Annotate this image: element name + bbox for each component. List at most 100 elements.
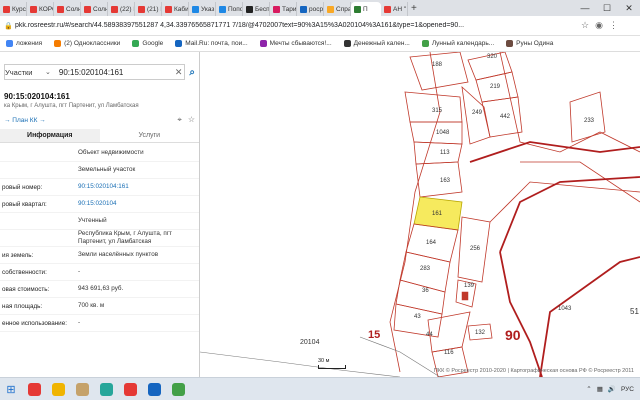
info-value: 943 691,63 руб. [78, 285, 124, 292]
info-value: Земельный участок [78, 166, 136, 173]
parcel-label: 256 [470, 246, 481, 252]
tab-favicon-icon [3, 5, 10, 13]
taskbar-app-icon[interactable] [94, 378, 118, 401]
tab-label: Каби [174, 5, 189, 13]
minimize-icon[interactable]: — [574, 0, 596, 16]
taskbar-app-icon[interactable] [166, 378, 190, 401]
browser-tab[interactable]: Спра [324, 2, 351, 16]
tab-label: АН " [393, 5, 407, 13]
bookmark-item[interactable]: Google [126, 40, 169, 47]
tab-label: (21) М [147, 5, 161, 13]
bookmark-item[interactable]: Мечты сбываются!... [254, 40, 338, 47]
bookmark-label: Mail.Ru: почта, пои... [185, 40, 248, 47]
info-row: овая стоимость: 943 691,63 руб. [0, 281, 199, 298]
info-key: ровый номер: [2, 183, 43, 191]
info-value[interactable]: 90:15:020104 [78, 200, 196, 208]
browser-tab[interactable]: Попо [216, 2, 243, 16]
browser-tab[interactable]: (21) М [135, 2, 162, 16]
search-icon[interactable]: ⌕ [189, 67, 195, 78]
maximize-icon[interactable]: ☐ [596, 0, 618, 16]
chevron-down-icon[interactable]: ⌄ [45, 68, 51, 76]
network-icon[interactable]: ▦ [597, 385, 603, 393]
tab-label: роср [309, 5, 324, 13]
tab-label: КОРС [39, 5, 53, 13]
browser-tab[interactable]: Курс [0, 2, 27, 16]
info-row: ия земель: Земли населённых пунктов [0, 247, 199, 264]
quarter-boundary-east [539, 256, 640, 377]
browser-tab[interactable]: П [351, 2, 381, 16]
browser-tab[interactable]: (22) Н [108, 2, 135, 16]
tab-services[interactable]: Услуги [100, 129, 200, 142]
info-value: Учтенный [78, 217, 107, 224]
browser-tab[interactable]: Каби [162, 2, 189, 16]
search-input[interactable] [58, 67, 169, 77]
taskbar-app-icon[interactable] [142, 378, 166, 401]
app-icon [99, 382, 113, 396]
app-icon [75, 382, 89, 396]
tab-favicon-icon [30, 5, 37, 13]
bookmark-item[interactable]: Лунный календарь... [416, 40, 500, 47]
scale-label: 30 м [318, 358, 330, 364]
favorite-icon[interactable]: ☆ [188, 115, 195, 125]
close-window-icon[interactable]: ✕ [618, 0, 640, 16]
tab-favicon-icon [300, 5, 307, 13]
search-type-select[interactable]: Участки [5, 68, 45, 77]
taskbar-app-icon[interactable] [70, 378, 94, 401]
parcel-label: 20104 [300, 339, 320, 346]
bookmark-item[interactable]: Mail.Ru: почта, пои... [169, 40, 253, 47]
tab-label: П [363, 5, 368, 13]
info-table: Объект недвижимости Земельный участок ровы… [0, 143, 199, 332]
browser-tab[interactable]: Указ [189, 2, 216, 16]
browser-tab[interactable]: роср [297, 2, 324, 16]
language-indicator[interactable]: РУС [621, 386, 634, 393]
info-key: енное использование: [2, 319, 67, 327]
parcel-label: 283 [420, 266, 431, 272]
windows-start-icon[interactable]: ⊞ [0, 378, 22, 401]
plan-kk-link[interactable]: → План КК → [4, 117, 46, 124]
new-tab-icon[interactable]: + [408, 3, 420, 14]
bookmark-item[interactable]: (2) Одноклассники [48, 40, 126, 47]
clear-icon[interactable]: ✕ [175, 67, 183, 78]
info-value[interactable]: 90:15:020104:161 [78, 183, 196, 191]
info-value: Земли населённых пунктов [78, 251, 159, 258]
browser-tab[interactable]: КОРС [27, 2, 54, 16]
map-canvas[interactable]: 188 320 219 442 249 315 1048 113 163 161 164 256 283… [200, 52, 640, 377]
star-icon[interactable]: ☆ [581, 20, 589, 31]
taskbar-app-icon[interactable] [46, 378, 70, 401]
parcel-label: 161 [432, 211, 443, 217]
info-value: - [78, 268, 81, 275]
info-key: овая стоимость: [2, 285, 50, 293]
cadastral-map[interactable]: 188 320 219 442 249 315 1048 113 163 161 164 256 283… [200, 52, 640, 377]
parcel-label: 132 [475, 330, 486, 336]
bookmark-item[interactable]: Денежный кален... [338, 40, 416, 47]
taskbar-app-icon[interactable] [118, 378, 142, 401]
browser-tab[interactable]: АН " [381, 2, 408, 16]
bookmark-item[interactable]: ложения [0, 40, 48, 47]
url-field[interactable]: pkk.rosreestr.ru/#/search/44.58938397551… [15, 22, 575, 29]
bookmark-item[interactable]: Руны Одина [500, 40, 559, 47]
volume-icon[interactable]: 🔊 [608, 385, 616, 393]
info-panel: Участки ⌄ ✕ ⌕ 90:15:020104:161 ка Крым, … [0, 52, 200, 377]
chevron-up-icon[interactable]: ⌃ [586, 385, 591, 393]
app-icon [171, 382, 185, 396]
browser-tab[interactable]: Солн [81, 2, 108, 16]
tab-label: Тари [282, 5, 297, 13]
info-row: Земельный участок [0, 162, 199, 179]
lock-icon[interactable]: 🔒 [4, 22, 13, 30]
browser-tab[interactable]: Тари [270, 2, 297, 16]
zoom-to-icon[interactable]: ⌖ [177, 115, 182, 125]
taskbar: ⊞ ⌃ ▦ 🔊 РУС [0, 377, 640, 400]
browser-tab[interactable]: Солн [54, 2, 81, 16]
tab-favicon-icon [384, 5, 391, 13]
parcel-label: 116 [444, 350, 454, 356]
tab-label: Спра [336, 5, 351, 13]
account-icon[interactable]: ◉ [595, 20, 603, 31]
menu-icon[interactable]: ⋮ [609, 20, 618, 31]
taskbar-app-icon[interactable] [22, 378, 46, 401]
tab-information[interactable]: Информация [0, 129, 100, 142]
tab-label: Солн [93, 5, 108, 13]
parcel-label: 164 [426, 240, 437, 246]
tab-favicon-icon [165, 5, 172, 13]
browser-tab[interactable]: Бесп [243, 2, 270, 16]
parcel-label: 113 [440, 150, 450, 156]
